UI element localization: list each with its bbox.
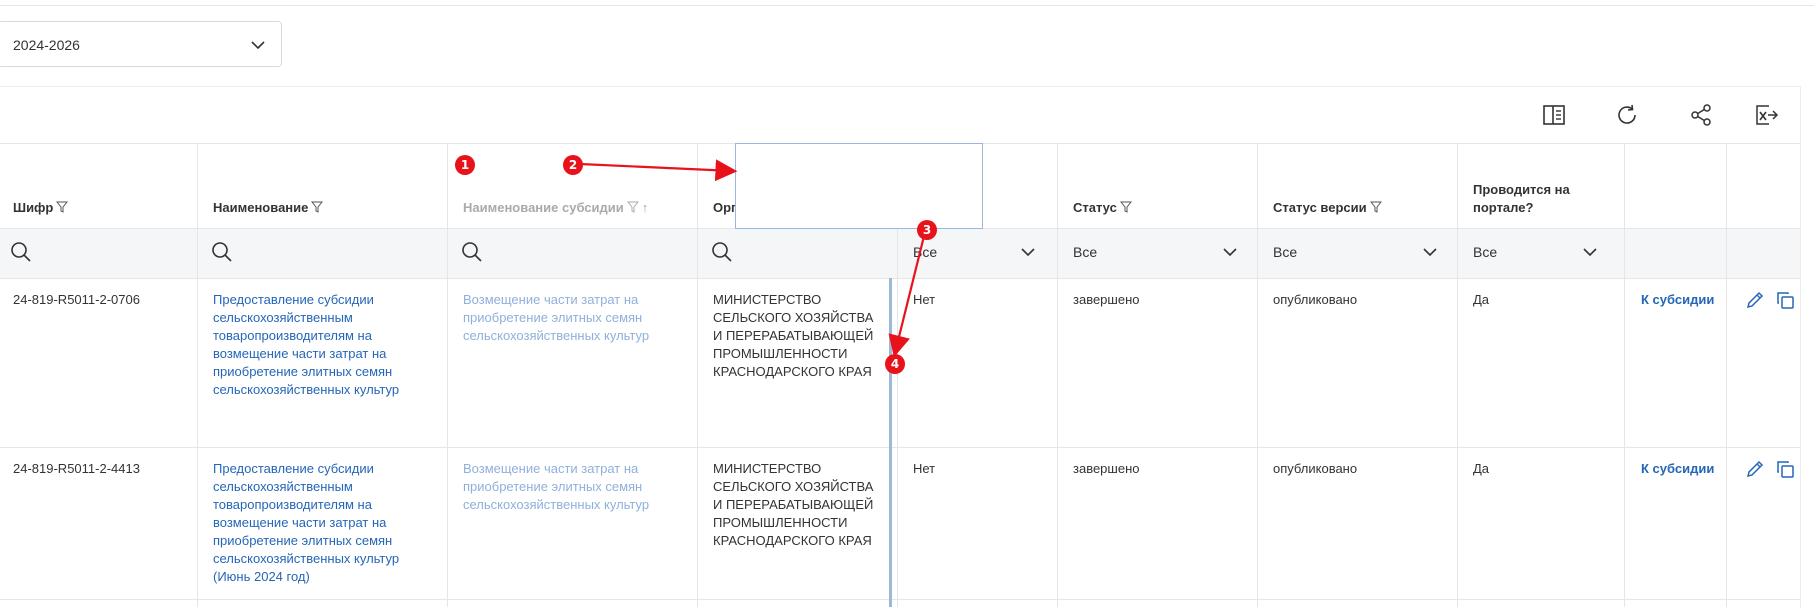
- to-subsidy-link[interactable]: К субсидии: [1641, 291, 1714, 309]
- export-excel-icon[interactable]: [1753, 102, 1779, 128]
- row-organization: МИНИСТЕРСТВО СЕЛЬСКОГО ХОЗЯЙСТВА И ПЕРЕР…: [713, 461, 874, 548]
- annotation-badge: 1: [455, 155, 475, 175]
- filter-icon[interactable]: [56, 200, 69, 218]
- chevron-down-icon: [1019, 243, 1037, 264]
- divider: [0, 447, 1800, 448]
- version-status-filter-select[interactable]: Все: [1273, 244, 1439, 260]
- row-portal: Да: [1473, 292, 1490, 307]
- filter-icon[interactable]: [626, 200, 639, 218]
- filter-icon[interactable]: [1369, 200, 1382, 218]
- annotation-badge: 4: [885, 354, 905, 374]
- copy-icon[interactable]: [1775, 459, 1795, 479]
- edit-icon[interactable]: [1745, 290, 1765, 310]
- chevron-down-icon: [1421, 243, 1439, 264]
- chevron-down-icon: [1581, 243, 1599, 264]
- col5-filter-select[interactable]: Все: [913, 244, 1039, 260]
- header-name[interactable]: Наименование: [213, 199, 324, 218]
- row-subsidy-link[interactable]: Возмещение части затрат на приобретение …: [463, 460, 678, 514]
- portal-filter-select[interactable]: Все: [1473, 244, 1605, 260]
- filter-icon[interactable]: [1119, 200, 1132, 218]
- row-organization: МИНИСТЕРСТВО СЕЛЬСКОГО ХОЗЯЙСТВА И ПЕРЕР…: [713, 292, 874, 379]
- divider: [447, 143, 448, 607]
- row-col5: Нет: [913, 292, 936, 307]
- row-version-status: опубликовано: [1273, 461, 1358, 476]
- share-icon[interactable]: [1688, 102, 1714, 128]
- search-icon[interactable]: [711, 241, 733, 263]
- annotation-badge: 2: [563, 155, 583, 175]
- chevron-down-icon: [249, 36, 267, 59]
- status-filter-select[interactable]: Все: [1073, 244, 1239, 260]
- row-col5: Нет: [913, 461, 936, 476]
- row-version-status: опубликовано: [1273, 292, 1358, 307]
- divider: [1624, 143, 1625, 607]
- divider: [0, 599, 1800, 600]
- annotation-badge: 3: [917, 220, 937, 240]
- header-status[interactable]: Статус: [1073, 199, 1132, 218]
- row-status: завершено: [1073, 461, 1140, 476]
- divider: [697, 143, 698, 607]
- search-icon[interactable]: [10, 241, 32, 263]
- columns-icon[interactable]: [1541, 102, 1567, 128]
- chevron-down-icon: [1221, 243, 1239, 264]
- row-name-link[interactable]: Предоставление субсидии сельскохозяйстве…: [213, 291, 428, 399]
- divider: [1257, 143, 1258, 607]
- divider: [197, 143, 198, 607]
- header-version-status[interactable]: Статус версии: [1273, 199, 1382, 218]
- search-icon[interactable]: [211, 241, 233, 263]
- search-icon[interactable]: [461, 241, 483, 263]
- row-status: завершено: [1073, 292, 1140, 307]
- header-subsidy-name[interactable]: Наименование субсидии ↑: [463, 199, 648, 218]
- header-portal[interactable]: Проводится на портале?: [1473, 181, 1613, 217]
- top-border: [0, 0, 1814, 6]
- sort-asc-icon[interactable]: ↑: [642, 200, 649, 215]
- filter-icon[interactable]: [311, 200, 324, 218]
- row-name-link[interactable]: Предоставление субсидии сельскохозяйстве…: [213, 460, 428, 586]
- divider: [1457, 143, 1458, 607]
- year-select-value: 2024-2026: [13, 37, 80, 53]
- header-code[interactable]: Шифр: [13, 199, 69, 218]
- to-subsidy-link[interactable]: К субсидии: [1641, 460, 1714, 478]
- divider: [0, 278, 1800, 279]
- divider: [1057, 143, 1058, 607]
- row-subsidy-link[interactable]: Возмещение части затрат на приобретение …: [463, 291, 678, 345]
- divider: [1726, 143, 1727, 607]
- row-code: 24-819-R5011-2-0706: [13, 292, 140, 307]
- year-select[interactable]: 2024-2026: [0, 21, 282, 67]
- column-resize-handle[interactable]: [889, 278, 892, 607]
- row-portal: Да: [1473, 461, 1490, 476]
- drag-popup: [735, 143, 983, 229]
- edit-icon[interactable]: [1745, 459, 1765, 479]
- refresh-icon[interactable]: [1614, 102, 1640, 128]
- row-code: 24-819-R5011-2-4413: [13, 461, 140, 476]
- copy-icon[interactable]: [1775, 290, 1795, 310]
